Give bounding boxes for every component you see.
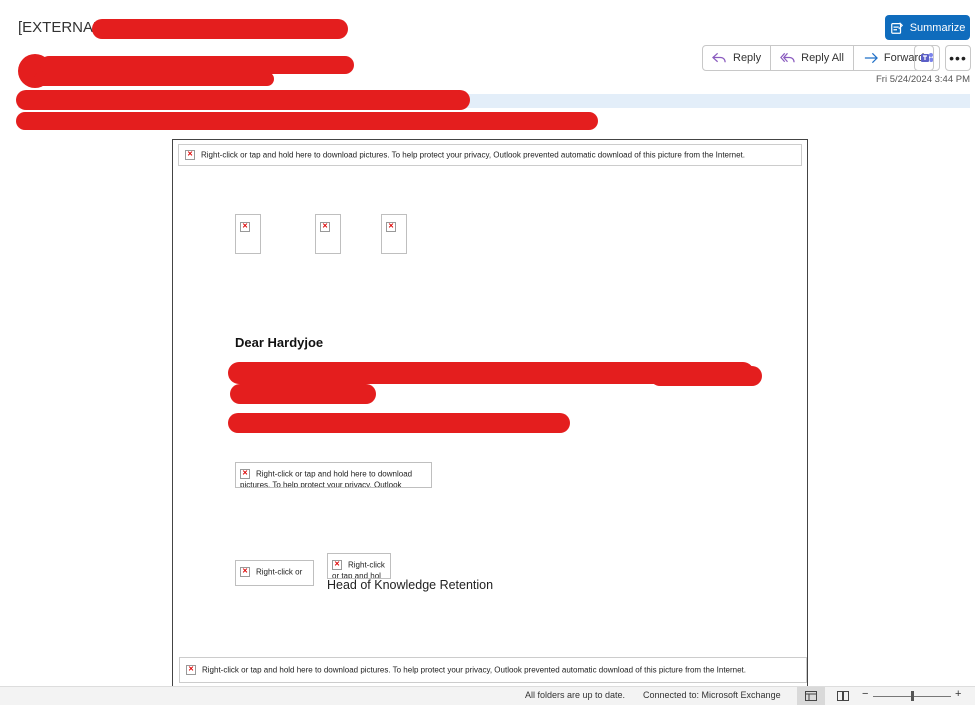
- reply-label: Reply: [733, 52, 762, 64]
- normal-view-button[interactable]: [797, 687, 825, 705]
- broken-image-icon: ✕: [186, 664, 196, 675]
- reply-all-button[interactable]: Reply All: [771, 46, 854, 70]
- blocked-inline-text: Right-click or tap and hold here to down…: [240, 469, 413, 488]
- summarize-icon: [890, 21, 903, 34]
- greeting: Dear Hardyjoe: [235, 335, 324, 350]
- redaction-body-2: [230, 384, 376, 404]
- blocked-image-footer[interactable]: ✕ Right-click or tap and hold here to dow…: [179, 657, 807, 683]
- blocked-signature-text: Right-click or: [256, 567, 303, 577]
- blocked-image-small[interactable]: ✕: [381, 214, 407, 254]
- zoom-out-button[interactable]: −: [862, 688, 868, 700]
- blocked-image-signature[interactable]: ✕ Right-click or tap and hol: [327, 553, 391, 579]
- reply-button[interactable]: Reply: [703, 46, 772, 70]
- redaction-body-1b: [650, 366, 762, 386]
- blocked-image-signature[interactable]: ✕ Right-click or: [235, 560, 314, 586]
- blocked-notice-text: Right-click or tap and hold here to down…: [201, 150, 745, 160]
- redaction-body-3: [228, 413, 570, 433]
- connection-status: Connected to: Microsoft Exchange: [643, 690, 781, 700]
- reading-view-button[interactable]: [832, 687, 854, 705]
- broken-image-icon: ✕: [332, 559, 342, 570]
- broken-image-icon: ✕: [320, 221, 330, 232]
- broken-image-icon: ✕: [240, 468, 250, 479]
- reply-all-label: Reply All: [801, 52, 844, 64]
- status-bar: All folders are up to date. Connected to…: [0, 686, 975, 705]
- reply-icon: [712, 52, 726, 63]
- zoom-slider-handle[interactable]: [911, 691, 914, 701]
- reply-all-icon: [780, 52, 795, 63]
- redaction-recipients: [16, 90, 470, 110]
- broken-image-icon: ✕: [386, 221, 396, 232]
- blocked-image-header[interactable]: ✕ Right-click or tap and hold here to dow…: [178, 144, 802, 166]
- message-actions: Reply Reply All Forward: [702, 45, 935, 71]
- normal-view-icon: [805, 691, 817, 701]
- teams-icon: [921, 53, 933, 62]
- broken-image-icon: ✕: [185, 149, 195, 160]
- blocked-image-inline[interactable]: ✕ Right-click or tap and hold here to dow…: [235, 462, 432, 488]
- broken-image-icon: ✕: [240, 566, 250, 577]
- redaction-subject: [92, 19, 348, 39]
- more-icon: •••: [949, 50, 967, 66]
- blocked-image-small[interactable]: ✕: [235, 214, 261, 254]
- summarize-label: Summarize: [909, 21, 966, 34]
- zoom-in-button[interactable]: +: [955, 688, 961, 700]
- blocked-image-small[interactable]: ✕: [315, 214, 341, 254]
- sync-status: All folders are up to date.: [525, 690, 626, 700]
- redaction-sender-2: [34, 72, 274, 86]
- summarize-button[interactable]: Summarize: [885, 15, 970, 40]
- broken-image-icon: ✕: [240, 221, 250, 232]
- blocked-footer-text: Right-click or tap and hold here to down…: [202, 665, 746, 675]
- teams-button[interactable]: [914, 45, 940, 71]
- more-options-button[interactable]: •••: [945, 45, 971, 71]
- signature-title: Head of Knowledge Retention: [327, 578, 494, 592]
- reading-view-icon: [837, 691, 849, 701]
- sent-date: Fri 5/24/2024 3:44 PM: [876, 74, 970, 85]
- forward-icon: [864, 52, 878, 64]
- redaction-recipients-2: [16, 112, 598, 130]
